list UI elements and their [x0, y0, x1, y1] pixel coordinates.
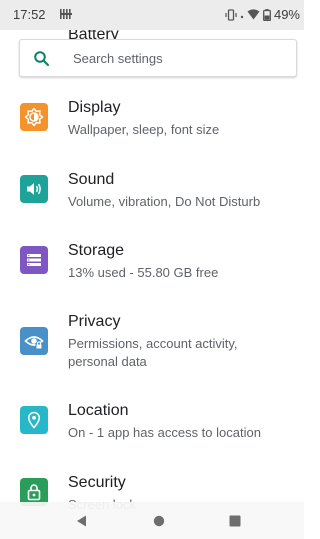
- settings-screen: 17:52 49% Battery Search settings Displa…: [0, 0, 304, 539]
- home-icon[interactable]: [149, 511, 169, 531]
- storage-summary: 13% used - 55.80 GB free: [68, 265, 219, 280]
- battery-percentage: 49%: [273, 7, 300, 22]
- vibrate-icon: [225, 8, 237, 21]
- status-time: 17:52: [13, 7, 46, 22]
- volume-icon: [20, 175, 48, 203]
- privacy-summary-line2: personal data: [68, 354, 147, 369]
- search-placeholder: Search settings: [73, 51, 163, 66]
- location-title: Location: [68, 402, 129, 419]
- settings-item-sound[interactable]: Sound Volume, vibration, Do Not Disturb: [0, 170, 304, 224]
- location-pin-icon: [20, 406, 48, 434]
- security-title: Security: [68, 474, 126, 491]
- display-title: Display: [68, 99, 121, 116]
- settings-item-display[interactable]: Display Wallpaper, sleep, font size: [0, 98, 304, 152]
- wifi-icon: [247, 9, 260, 20]
- data-arrows-icon: [240, 15, 244, 18]
- display-summary: Wallpaper, sleep, font size: [68, 122, 220, 137]
- status-bar: 17:52 49%: [0, 0, 304, 30]
- battery-icon: [263, 8, 271, 21]
- status-indicators: 49%: [225, 7, 300, 22]
- privacy-summary: Permissions, account activity,: [68, 336, 238, 351]
- sound-summary: Volume, vibration, Do Not Disturb: [68, 194, 261, 209]
- settings-item-privacy[interactable]: Privacy Permissions, account activity, p…: [0, 312, 304, 384]
- sound-title: Sound: [68, 171, 115, 188]
- search-icon: [34, 51, 50, 67]
- location-summary: On - 1 app has access to location: [68, 425, 261, 440]
- brightness-icon: [20, 103, 48, 131]
- search-bar[interactable]: Search settings: [19, 39, 297, 77]
- storage-icon: [20, 246, 48, 274]
- recents-icon[interactable]: [225, 511, 245, 531]
- settings-item-location[interactable]: Location On - 1 app has access to locati…: [0, 401, 304, 455]
- privacy-eye-icon: [20, 327, 48, 355]
- back-icon[interactable]: [72, 511, 92, 531]
- privacy-title: Privacy: [68, 313, 121, 330]
- storage-title: Storage: [68, 242, 125, 259]
- settings-item-storage[interactable]: Storage 13% used - 55.80 GB free: [0, 241, 304, 295]
- navigation-bar: [0, 502, 304, 539]
- notification-icon: [60, 9, 72, 19]
